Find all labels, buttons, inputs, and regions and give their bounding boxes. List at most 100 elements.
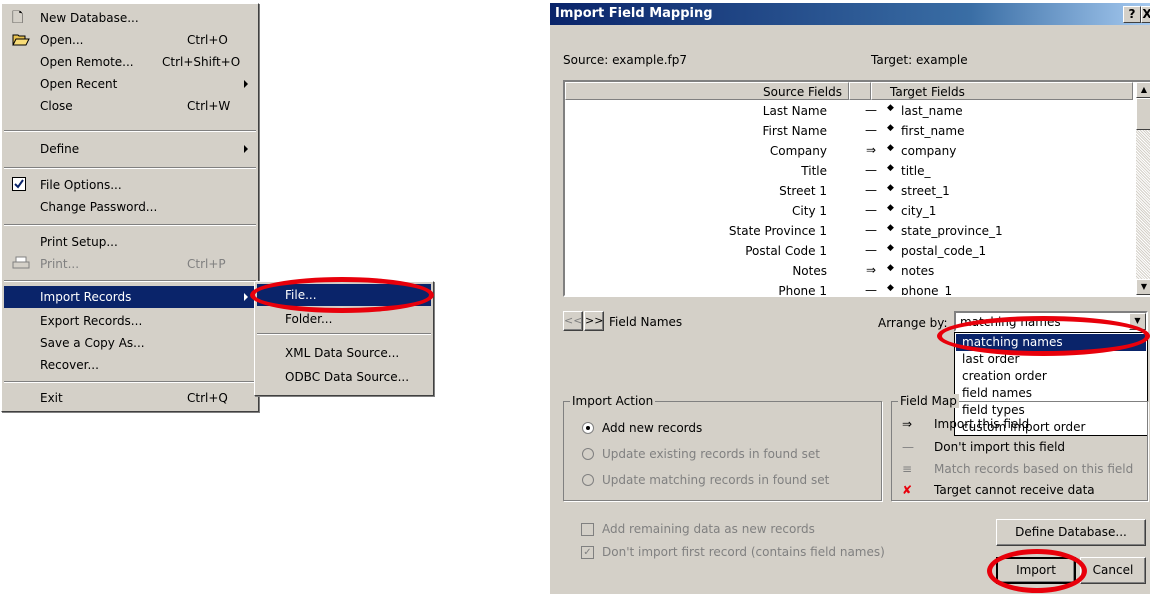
menu-item-open[interactable]: Open... Ctrl+O — [4, 29, 256, 51]
submenu-item-file[interactable]: File... — [257, 284, 431, 306]
import-arrow-icon: ⇒ — [902, 417, 913, 431]
menu-item-close[interactable]: Close Ctrl+W — [4, 95, 256, 117]
menu-item-label: Print Setup... — [40, 235, 118, 249]
column-header-source[interactable]: Source Fields — [565, 82, 849, 100]
dropdown-arrow-icon[interactable]: ▼ — [1129, 313, 1146, 330]
mapping-arrow-icon[interactable]: — — [859, 283, 883, 295]
list-vertical-scrollbar[interactable]: ▲ ▼ — [1136, 82, 1150, 295]
mapping-row[interactable]: Title — ◆ title_ — [565, 161, 1133, 181]
arrange-option[interactable]: field names — [956, 385, 1146, 402]
arrange-by-select[interactable]: matching names ▼ — [954, 311, 1148, 332]
radio-label: Add new records — [602, 421, 703, 435]
mapping-arrow-icon[interactable]: — — [859, 163, 883, 177]
mapping-arrow-icon[interactable]: — — [859, 123, 883, 137]
help-button[interactable]: ? — [1123, 6, 1141, 23]
menu-separator — [4, 224, 256, 226]
next-field-button[interactable]: >> — [584, 311, 604, 331]
menu-item-change-password[interactable]: Change Password... — [4, 196, 256, 218]
mapping-arrow-icon[interactable]: ⇒ — [859, 263, 883, 277]
mapping-row[interactable]: Postal Code 1 — ◆ postal_code_1 — [565, 241, 1133, 261]
mapping-row[interactable]: Company ⇒ ◆ company — [565, 141, 1133, 161]
arrange-by-label: Arrange by: — [878, 316, 948, 330]
mapping-arrow-icon[interactable]: — — [859, 203, 883, 217]
menu-item-export-records[interactable]: Export Records... — [4, 310, 256, 332]
menu-item-label: Change Password... — [40, 200, 158, 214]
drag-handle-icon[interactable]: ◆ — [887, 183, 894, 193]
drag-handle-icon[interactable]: ◆ — [887, 263, 894, 273]
submenu-item-xml-data-source[interactable]: XML Data Source... — [257, 342, 431, 364]
column-header-label: Target Fields — [890, 85, 965, 99]
group-title: Import Action — [570, 394, 656, 408]
scroll-up-icon[interactable]: ▲ — [1136, 82, 1150, 98]
menu-item-new-database[interactable]: 🗋 New Database... — [4, 7, 256, 29]
dont-import-first-checkbox[interactable]: ✓ — [581, 546, 594, 559]
drag-handle-icon[interactable]: ◆ — [887, 163, 894, 173]
define-database-button[interactable]: Define Database... — [996, 519, 1146, 546]
source-field-name: Company — [769, 144, 827, 158]
mapping-row[interactable]: State Province 1 — ◆ state_province_1 — [565, 221, 1133, 241]
arrange-option[interactable]: creation order — [956, 368, 1146, 385]
mapping-row[interactable]: City 1 — ◆ city_1 — [565, 201, 1133, 221]
arrange-option[interactable]: last order — [956, 351, 1146, 368]
source-field-name: City 1 — [792, 204, 827, 218]
menu-item-exit[interactable]: Exit Ctrl+Q — [4, 387, 256, 409]
menu-item-import-records[interactable]: Import Records — [4, 286, 256, 308]
radio-update-matching[interactable] — [582, 474, 594, 486]
menu-item-open-remote[interactable]: Open Remote... Ctrl+Shift+O — [4, 51, 256, 73]
submenu-item-label: XML Data Source... — [285, 346, 400, 360]
drag-handle-icon[interactable]: ◆ — [887, 223, 894, 233]
drag-handle-icon[interactable]: ◆ — [887, 203, 894, 213]
mapping-arrow-icon[interactable]: — — [859, 103, 883, 117]
close-button[interactable]: X — [1141, 6, 1150, 23]
mapping-arrow-icon[interactable]: — — [859, 183, 883, 197]
menu-item-file-options[interactable]: File Options... — [4, 174, 256, 196]
column-header-target[interactable]: Target Fields — [871, 82, 1133, 100]
cancel-button[interactable]: Cancel — [1080, 557, 1146, 584]
drag-handle-icon[interactable]: ◆ — [887, 123, 894, 133]
submenu-arrow-icon — [244, 145, 248, 153]
open-folder-icon — [12, 32, 30, 48]
menu-item-label: Open... — [40, 33, 84, 47]
previous-field-button[interactable]: << — [563, 311, 583, 331]
drag-handle-icon[interactable]: ◆ — [887, 103, 894, 113]
menu-item-define[interactable]: Define — [4, 138, 256, 160]
radio-add-new-records[interactable] — [582, 422, 594, 434]
submenu-item-folder[interactable]: Folder... — [257, 308, 431, 330]
target-field-name: first_name — [901, 124, 965, 138]
add-remaining-checkbox[interactable] — [581, 523, 594, 536]
scroll-down-icon[interactable]: ▼ — [1136, 279, 1150, 295]
match-records-icon: ≡ — [902, 462, 913, 476]
mapping-arrow-icon[interactable]: — — [859, 243, 883, 257]
menu-item-save-copy-as[interactable]: Save a Copy As... — [4, 332, 256, 354]
import-field-mapping-dialog: Import Field Mapping ? X Source: example… — [549, 2, 1150, 594]
source-field-name: Title — [801, 164, 827, 178]
mapping-arrow-icon[interactable]: ⇒ — [859, 143, 883, 157]
mapping-row[interactable]: Street 1 — ◆ street_1 — [565, 181, 1133, 201]
arrange-option[interactable]: matching names — [956, 334, 1146, 351]
mapping-row[interactable]: Phone 1 — ◆ phone_1 — [565, 281, 1133, 295]
drag-handle-icon[interactable]: ◆ — [887, 283, 894, 293]
menu-item-shortcut: Ctrl+P — [187, 257, 226, 271]
drag-handle-icon[interactable]: ◆ — [887, 243, 894, 253]
menu-separator — [257, 333, 431, 335]
target-file-label: Target: example — [871, 53, 968, 67]
menu-separator — [4, 381, 256, 383]
menu-item-label: Open Recent — [40, 77, 118, 91]
dialog-title: Import Field Mapping — [555, 6, 713, 21]
submenu-item-odbc-data-source[interactable]: ODBC Data Source... — [257, 366, 431, 388]
field-mapping-list[interactable]: Source Fields Target Fields Last Name — … — [563, 80, 1150, 297]
import-button[interactable]: Import — [996, 557, 1076, 584]
source-file-label: Source: example.fp7 — [563, 53, 688, 67]
menu-item-recover[interactable]: Recover... — [4, 354, 256, 376]
mapping-arrow-icon[interactable]: — — [859, 223, 883, 237]
scroll-thumb[interactable] — [1136, 98, 1150, 130]
radio-update-existing[interactable] — [582, 448, 594, 460]
mapping-row[interactable]: First Name — ◆ first_name — [565, 121, 1133, 141]
drag-handle-icon[interactable]: ◆ — [887, 143, 894, 153]
menu-item-open-recent[interactable]: Open Recent — [4, 73, 256, 95]
mapping-row[interactable]: Last Name — ◆ last_name — [565, 101, 1133, 121]
menu-item-print-setup[interactable]: Print Setup... — [4, 231, 256, 253]
mapping-row[interactable]: Notes ⇒ ◆ notes — [565, 261, 1133, 281]
menu-item-print[interactable]: Print... Ctrl+P — [4, 253, 256, 275]
target-field-name: city_1 — [901, 204, 937, 218]
